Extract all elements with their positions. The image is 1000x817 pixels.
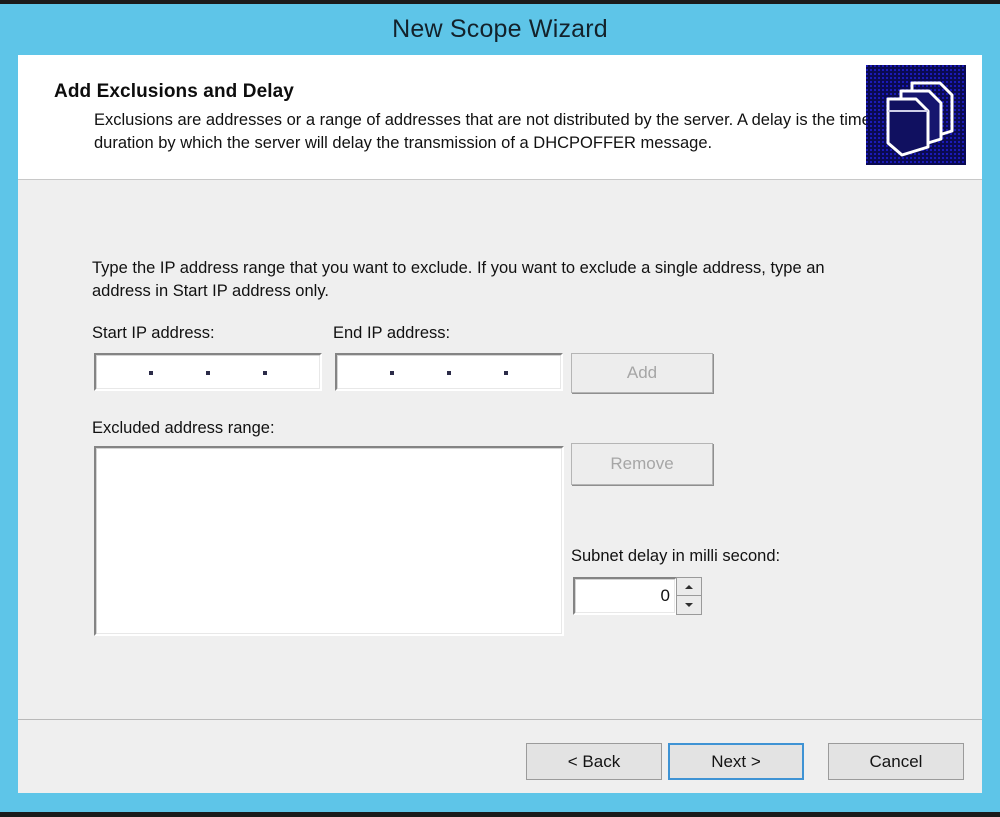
- folders-stack-icon: [866, 65, 966, 165]
- down-triangle-glyph: [685, 603, 693, 607]
- excluded-address-range-listbox[interactable]: [94, 446, 564, 636]
- subnet-delay-label: Subnet delay in milli second:: [571, 547, 781, 565]
- next-button[interactable]: Next >: [668, 743, 804, 780]
- excluded-address-range-label: Excluded address range:: [92, 419, 275, 437]
- window-titlebar: New Scope Wizard: [0, 4, 1000, 55]
- start-ip-octet-3[interactable]: [210, 355, 263, 389]
- remove-button[interactable]: Remove: [571, 443, 713, 485]
- up-triangle-glyph: [685, 584, 693, 589]
- subnet-delay-spin-buttons[interactable]: [676, 577, 702, 615]
- window-title: New Scope Wizard: [392, 15, 608, 43]
- back-button[interactable]: < Back: [526, 743, 662, 780]
- add-button[interactable]: Add: [571, 353, 713, 393]
- end-ip-label: End IP address:: [333, 324, 451, 342]
- page-description: Exclusions are addresses or a range of a…: [94, 111, 871, 152]
- start-ip-octet-4[interactable]: [267, 355, 320, 389]
- spinner-down-arrow-icon[interactable]: [676, 596, 702, 615]
- page-title: Add Exclusions and Delay: [54, 81, 294, 102]
- start-ip-input[interactable]: [94, 353, 322, 391]
- start-ip-label: Start IP address:: [92, 324, 215, 342]
- end-ip-octet-1[interactable]: [337, 355, 390, 389]
- wizard-body: Type the IP address range that you want …: [18, 181, 982, 718]
- instruction-text: Type the IP address range that you want …: [92, 259, 825, 300]
- end-ip-octet-3[interactable]: [451, 355, 504, 389]
- wizard-footer: < Back Next > Cancel: [18, 719, 982, 793]
- subnet-delay-stepper[interactable]: 0: [573, 577, 702, 615]
- start-ip-octet-1[interactable]: [96, 355, 149, 389]
- dialog-client-area: Add Exclusions and Delay Exclusions are …: [18, 55, 982, 793]
- end-ip-input[interactable]: [335, 353, 563, 391]
- wizard-header: Add Exclusions and Delay Exclusions are …: [18, 55, 982, 180]
- start-ip-octet-2[interactable]: [153, 355, 206, 389]
- wizard-window: New Scope Wizard Add Exclusions and Dela…: [0, 4, 1000, 812]
- end-ip-octet-2[interactable]: [394, 355, 447, 389]
- cancel-button[interactable]: Cancel: [828, 743, 964, 780]
- spinner-up-arrow-icon[interactable]: [676, 577, 702, 596]
- subnet-delay-input[interactable]: 0: [573, 577, 677, 615]
- end-ip-octet-4[interactable]: [508, 355, 561, 389]
